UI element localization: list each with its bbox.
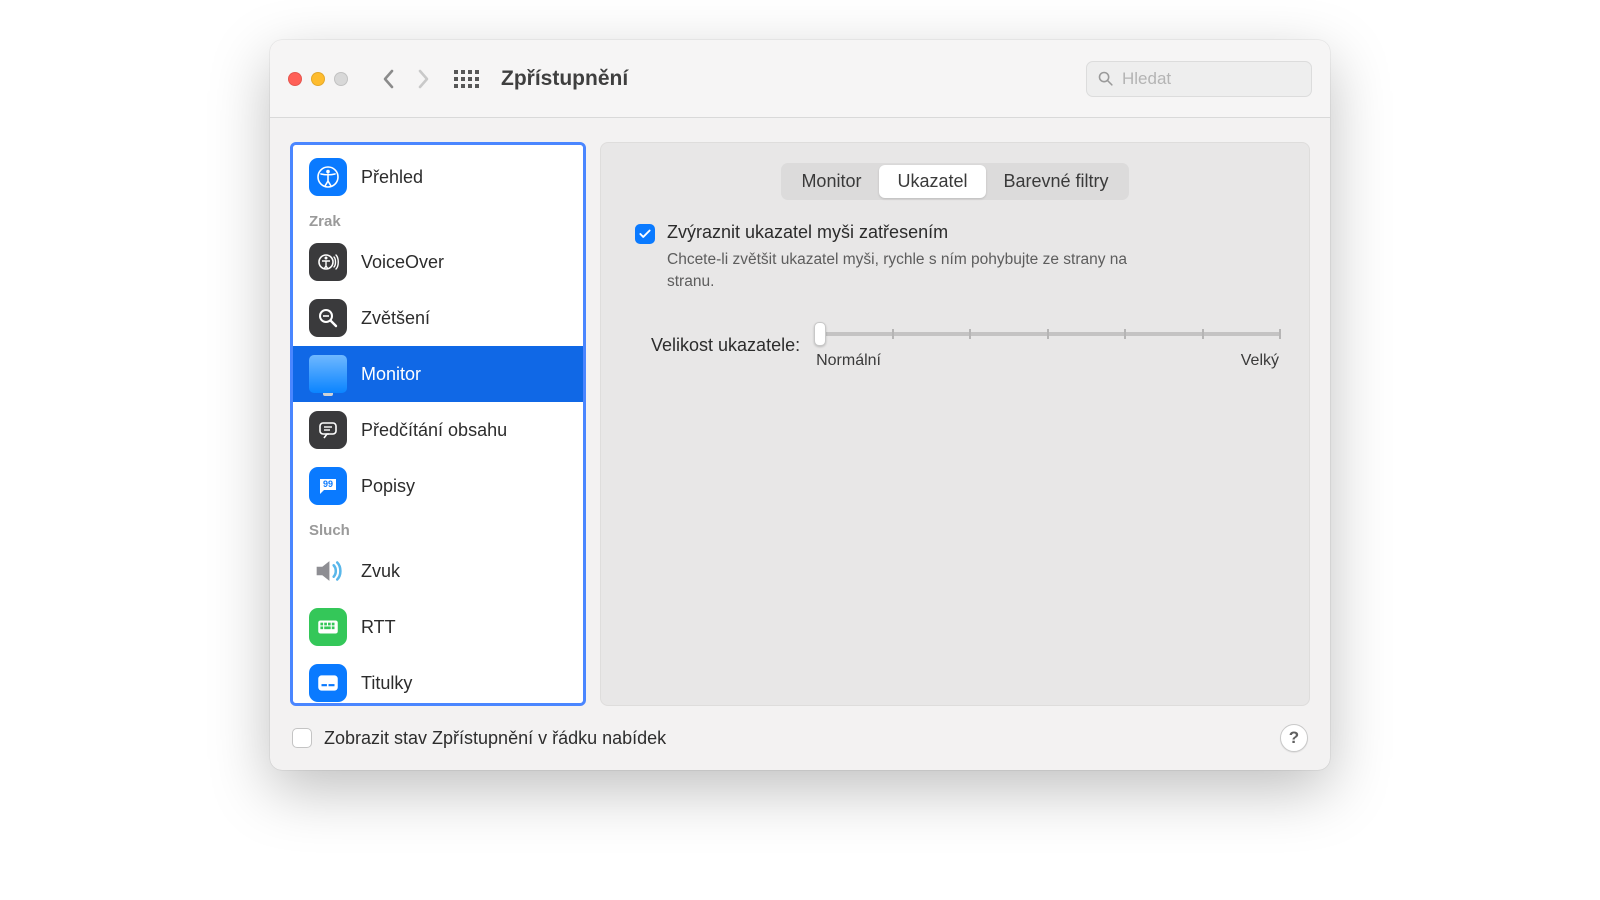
sidebar-item-label: Popisy — [361, 476, 415, 497]
sidebar-item-display[interactable]: Monitor — [293, 346, 583, 402]
zoom-icon — [309, 299, 347, 337]
shake-to-locate-row: Zvýraznit ukazatel myši zatřesením Chcet… — [635, 222, 1281, 292]
subtitles-icon — [309, 664, 347, 702]
zoom-button-disabled — [334, 72, 348, 86]
sidebar-item-label: Přehled — [361, 167, 423, 188]
svg-text:99: 99 — [323, 479, 333, 489]
chevron-left-icon — [383, 69, 395, 89]
section-header-hearing: Sluch — [293, 514, 583, 543]
preferences-window: Zpřístupnění Přehled Zrak VoiceOver — [270, 40, 1330, 770]
tab-pointer[interactable]: Ukazatel — [879, 165, 985, 198]
checkmark-icon — [638, 227, 652, 241]
footer: Zobrazit stav Zpřístupnění v řádku nabíd… — [270, 706, 1330, 770]
search-icon — [1097, 70, 1114, 87]
sidebar-item-label: VoiceOver — [361, 252, 444, 273]
category-sidebar[interactable]: Přehled Zrak VoiceOver Zvětšení Monitor — [290, 142, 586, 706]
sidebar-item-label: RTT — [361, 617, 396, 638]
forward-button[interactable] — [416, 68, 430, 90]
slider-thumb[interactable] — [814, 322, 826, 346]
toolbar: Zpřístupnění — [270, 40, 1330, 118]
sidebar-item-descriptions[interactable]: 99 Popisy — [293, 458, 583, 514]
detail-pane: Monitor Ukazatel Barevné filtry Zvýrazni… — [600, 142, 1310, 706]
shake-to-locate-help: Chcete-li zvětšit ukazatel myši, rychle … — [667, 249, 1167, 292]
sidebar-item-label: Titulky — [361, 673, 412, 694]
back-button[interactable] — [382, 68, 396, 90]
sidebar-item-audio[interactable]: Zvuk — [293, 543, 583, 599]
close-button[interactable] — [288, 72, 302, 86]
tab-bar: Monitor Ukazatel Barevné filtry — [781, 163, 1128, 200]
section-header-vision: Zrak — [293, 205, 583, 234]
rtt-icon — [309, 608, 347, 646]
content-body: Přehled Zrak VoiceOver Zvětšení Monitor — [270, 118, 1330, 706]
menubar-status-checkbox[interactable] — [292, 728, 312, 748]
minimize-button[interactable] — [311, 72, 325, 86]
sidebar-item-zoom[interactable]: Zvětšení — [293, 290, 583, 346]
sidebar-item-label: Předčítání obsahu — [361, 420, 507, 441]
show-all-button[interactable] — [454, 70, 479, 88]
shake-to-locate-checkbox[interactable] — [635, 224, 655, 244]
sidebar-item-overview[interactable]: Přehled — [293, 149, 583, 205]
help-button[interactable]: ? — [1280, 724, 1308, 752]
slider-max-label: Velký — [1241, 352, 1279, 370]
sidebar-item-voiceover[interactable]: VoiceOver — [293, 234, 583, 290]
sidebar-item-label: Zvětšení — [361, 308, 430, 329]
window-title: Zpřístupnění — [501, 67, 628, 91]
sidebar-item-rtt[interactable]: RTT — [293, 599, 583, 655]
menubar-status-label: Zobrazit stav Zpřístupnění v řádku nabíd… — [324, 728, 666, 749]
accessibility-icon — [309, 158, 347, 196]
sidebar-item-speech[interactable]: Předčítání obsahu — [293, 402, 583, 458]
sidebar-item-subtitles[interactable]: Titulky — [293, 655, 583, 706]
search-input[interactable] — [1122, 69, 1301, 89]
tab-color-filters[interactable]: Barevné filtry — [986, 165, 1127, 198]
speech-icon — [309, 411, 347, 449]
nav-arrows — [382, 68, 430, 90]
window-controls — [288, 72, 348, 86]
sidebar-item-label: Zvuk — [361, 561, 400, 582]
voiceover-icon — [309, 243, 347, 281]
slider-min-label: Normální — [816, 352, 881, 370]
descriptions-icon: 99 — [309, 467, 347, 505]
pointer-size-row: Velikost ukazatele: Normální Velký — [651, 320, 1281, 370]
display-icon — [309, 355, 347, 393]
audio-icon — [309, 552, 347, 590]
search-field[interactable] — [1086, 61, 1312, 97]
tab-display[interactable]: Monitor — [783, 165, 879, 198]
chevron-right-icon — [417, 69, 429, 89]
pointer-size-slider[interactable] — [814, 320, 1281, 348]
pointer-size-slider-wrap: Normální Velký — [814, 320, 1281, 370]
sidebar-item-label: Monitor — [361, 364, 421, 385]
pointer-size-label: Velikost ukazatele: — [651, 335, 800, 356]
shake-to-locate-label: Zvýraznit ukazatel myši zatřesením — [667, 222, 1167, 243]
